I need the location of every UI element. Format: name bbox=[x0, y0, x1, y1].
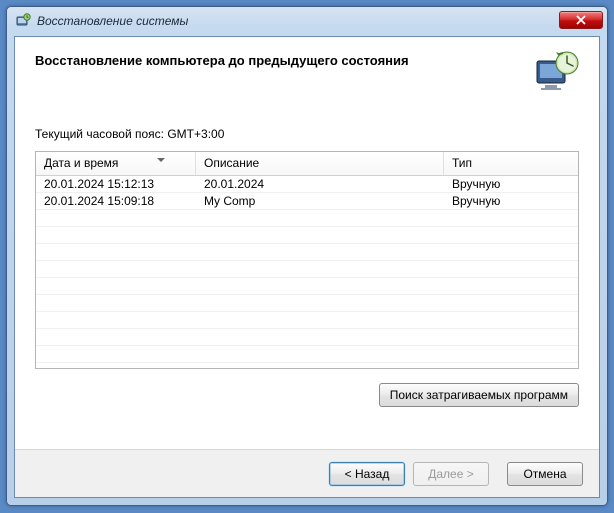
table-row bbox=[36, 295, 578, 312]
column-label: Тип bbox=[452, 156, 472, 170]
table-body: 20.01.2024 15:12:1320.01.2024Вручную20.0… bbox=[36, 176, 578, 368]
window-title: Восстановление системы bbox=[37, 14, 559, 28]
column-label: Дата и время bbox=[44, 156, 118, 170]
table-row bbox=[36, 227, 578, 244]
cell-date: 20.01.2024 15:12:13 bbox=[36, 176, 196, 192]
back-button[interactable]: < Назад bbox=[329, 462, 405, 486]
cell-date: 20.01.2024 15:09:18 bbox=[36, 193, 196, 209]
table-row[interactable]: 20.01.2024 15:12:1320.01.2024Вручную bbox=[36, 176, 578, 193]
titlebar[interactable]: Восстановление системы bbox=[7, 7, 607, 35]
cell-type: Вручную bbox=[444, 176, 578, 192]
cell-type: Вручную bbox=[444, 193, 578, 209]
scan-affected-programs-button[interactable]: Поиск затрагиваемых программ bbox=[379, 383, 579, 407]
cancel-button[interactable]: Отмена bbox=[507, 462, 583, 486]
dialog-body: Восстановление компьютера до предыдущего… bbox=[14, 36, 600, 498]
sort-desc-icon bbox=[157, 158, 165, 162]
restore-points-table[interactable]: Дата и время Описание Тип 20.01.2024 15:… bbox=[35, 151, 579, 369]
page-title: Восстановление компьютера до предыдущего… bbox=[35, 53, 579, 68]
system-restore-icon bbox=[15, 13, 31, 29]
table-row bbox=[36, 261, 578, 278]
table-row[interactable]: 20.01.2024 15:09:18My CompВручную bbox=[36, 193, 578, 210]
column-header-date[interactable]: Дата и время bbox=[36, 152, 196, 176]
wizard-footer: < Назад Далее > Отмена bbox=[15, 449, 599, 497]
timezone-label: Текущий часовой пояс: GMT+3:00 bbox=[35, 127, 579, 141]
close-button[interactable] bbox=[559, 11, 603, 29]
column-label: Описание bbox=[204, 156, 259, 170]
content-area: Текущий часовой пояс: GMT+3:00 Дата и вр… bbox=[15, 127, 599, 407]
table-header: Дата и время Описание Тип bbox=[36, 152, 578, 176]
header-area: Восстановление компьютера до предыдущего… bbox=[15, 37, 599, 127]
column-header-type[interactable]: Тип bbox=[444, 152, 578, 176]
table-row bbox=[36, 346, 578, 363]
table-row bbox=[36, 210, 578, 227]
close-icon bbox=[575, 15, 587, 25]
table-row bbox=[36, 312, 578, 329]
cell-description: 20.01.2024 bbox=[196, 176, 444, 192]
next-button: Далее > bbox=[413, 462, 489, 486]
window-frame: Восстановление системы Восстановление ко… bbox=[6, 6, 608, 506]
affected-programs-row: Поиск затрагиваемых программ bbox=[35, 383, 579, 407]
table-row bbox=[36, 329, 578, 346]
table-row bbox=[36, 278, 578, 295]
column-header-description[interactable]: Описание bbox=[196, 152, 444, 176]
restore-large-icon bbox=[533, 49, 581, 95]
table-row bbox=[36, 244, 578, 261]
cell-description: My Comp bbox=[196, 193, 444, 209]
